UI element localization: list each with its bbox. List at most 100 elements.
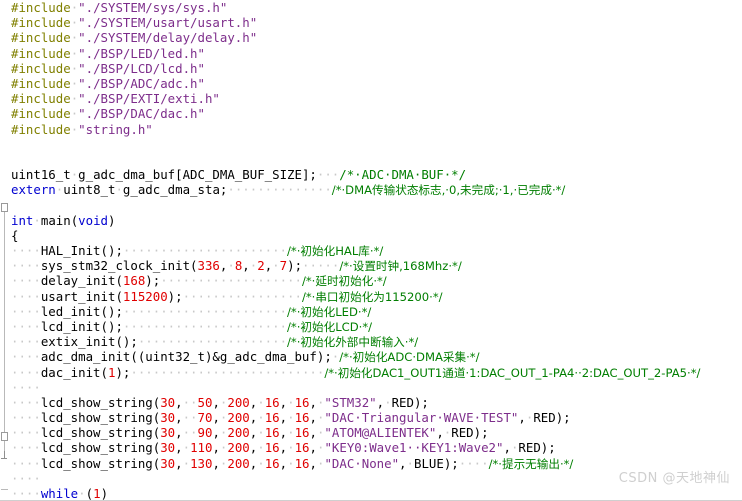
token-ws: ······················ bbox=[122, 318, 288, 334]
token-ws: ···· bbox=[11, 318, 41, 334]
token-ws: · bbox=[78, 486, 86, 501]
token-num: 7 bbox=[279, 258, 288, 274]
token-plain: uint8_t bbox=[63, 182, 116, 198]
code-line[interactable]: ····lcd_init();······················/*·… bbox=[11, 319, 742, 334]
token-plain: , bbox=[175, 425, 183, 441]
code-line[interactable]: #include·"./BSP/LCD/lcd.h" bbox=[11, 61, 742, 76]
token-ws: ······················ bbox=[122, 303, 288, 319]
token-ws: · bbox=[384, 394, 392, 410]
token-plain: g_adc_dma_buf[ADC_DMA_BUF_SIZE]; bbox=[78, 167, 317, 183]
token-plain: , bbox=[212, 394, 220, 410]
code-line[interactable]: #include·"./BSP/DAC/dac.h" bbox=[11, 106, 742, 121]
token-plain: { bbox=[11, 227, 19, 243]
code-line[interactable]: ····delay_init(168);···················/… bbox=[11, 273, 742, 288]
code-line[interactable]: uint16_t·g_adc_dma_buf[ADC_DMA_BUF_SIZE]… bbox=[11, 167, 742, 182]
token-pre: #include bbox=[11, 0, 71, 15]
code-line[interactable]: extern·uint8_t·g_adc_dma_sta;···········… bbox=[11, 182, 742, 197]
token-plain: lcd_show_string( bbox=[40, 410, 161, 426]
fold-open-marker-main[interactable] bbox=[1, 203, 8, 212]
code-line[interactable]: ····lcd_show_string(30,·110,·200,·16,·16… bbox=[11, 440, 742, 455]
token-plain: , bbox=[212, 455, 220, 471]
token-plain: RED); bbox=[533, 410, 571, 426]
code-line[interactable]: ····usart_init(115200);················/… bbox=[11, 289, 742, 304]
token-plain: extix_init(); bbox=[40, 334, 138, 350]
token-com: /*·串口初始化为115200·*/ bbox=[301, 289, 443, 304]
token-pre: #include bbox=[11, 121, 71, 137]
token-num: 16 bbox=[294, 455, 310, 471]
token-plain: , bbox=[175, 394, 183, 410]
token-plain: ); bbox=[167, 288, 183, 304]
code-text-area[interactable]: #include·"./SYSTEM/sys/sys.h" #include·".… bbox=[11, 0, 742, 501]
token-ws: · bbox=[287, 425, 295, 441]
code-line[interactable]: #include·"./BSP/EXTI/exti.h" bbox=[11, 91, 742, 106]
code-line[interactable] bbox=[11, 152, 742, 167]
code-line[interactable]: int·main(void) bbox=[11, 213, 742, 228]
token-ws: ················ bbox=[182, 288, 302, 304]
token-com: /*·初始化外部中断输入·*/ bbox=[287, 335, 419, 350]
code-line[interactable]: #include·"./SYSTEM/delay/delay.h" bbox=[11, 30, 742, 45]
token-kw: extern bbox=[11, 182, 56, 198]
token-ws: ···· bbox=[11, 410, 41, 426]
code-line[interactable]: #include·"string.h" bbox=[11, 122, 742, 137]
code-line[interactable]: ····lcd_show_string(30,··70,·200,·16,·16… bbox=[11, 410, 742, 425]
code-line[interactable]: ····extix_init();····················/*·… bbox=[11, 334, 742, 349]
token-num: 200 bbox=[227, 394, 250, 410]
code-line[interactable]: ····adc_dma_init((uint32_t)&g_adc_dma_bu… bbox=[11, 349, 742, 364]
token-plain: , bbox=[279, 455, 288, 471]
token-com: /*·延时初始化·*/ bbox=[301, 274, 387, 289]
code-line[interactable]: ····HAL_Init();······················/*·… bbox=[11, 243, 742, 258]
code-line[interactable]: #include·"./SYSTEM/sys/sys.h" bbox=[11, 0, 742, 15]
fold-gutter[interactable] bbox=[0, 0, 11, 500]
code-line[interactable]: ····lcd_show_string(30,··50,·200,·16,·16… bbox=[11, 395, 742, 410]
token-plain: BLUE); bbox=[413, 455, 459, 471]
token-ws: · bbox=[257, 425, 265, 441]
token-com: /*·初始化DAC1_OUT1通道·1:DAC_OUT_1-PA4··2:DAC… bbox=[324, 365, 701, 380]
token-kw: int bbox=[11, 212, 34, 228]
token-plain: , bbox=[279, 394, 288, 410]
code-line[interactable]: #include·"./BSP/LED/led.h" bbox=[11, 46, 742, 61]
code-line[interactable]: #include·"./BSP/ADC/adc.h" bbox=[11, 76, 742, 91]
token-plain: uint16_t bbox=[11, 167, 71, 183]
token-plain: usart_init( bbox=[40, 288, 123, 304]
code-line[interactable]: { bbox=[11, 228, 742, 243]
code-line[interactable]: ···· bbox=[11, 380, 742, 395]
fold-open-marker-while[interactable] bbox=[1, 432, 8, 441]
code-line[interactable]: ····while·(1) bbox=[11, 486, 742, 501]
token-ws: ···· bbox=[11, 303, 41, 319]
token-pre: #include bbox=[11, 30, 71, 46]
token-ws: ·· bbox=[182, 394, 198, 410]
token-ws: ······················ bbox=[122, 243, 288, 258]
token-num: 336 bbox=[197, 258, 220, 274]
token-ws: · bbox=[257, 455, 265, 471]
code-line[interactable] bbox=[11, 137, 742, 152]
token-ws: ···· bbox=[11, 243, 41, 258]
token-plain: , bbox=[212, 425, 220, 441]
token-ws: ···· bbox=[11, 425, 41, 441]
token-str: "./BSP/LCD/lcd.h" bbox=[78, 60, 205, 76]
token-str: "KEY0:Wave1··KEY1:Wave2" bbox=[324, 440, 504, 456]
token-plain: lcd_show_string( bbox=[40, 440, 161, 456]
token-plain: ) bbox=[108, 212, 116, 228]
token-plain: , bbox=[518, 410, 526, 426]
token-num: 30 bbox=[160, 455, 176, 471]
csdn-watermark: CSDN @天地神仙 bbox=[618, 471, 730, 486]
code-line[interactable]: ····sys_stm32_clock_init(336,·8,·2,·7);·… bbox=[11, 258, 742, 273]
token-num: 16 bbox=[264, 455, 280, 471]
token-com: /*·初始化LCD·*/ bbox=[287, 319, 373, 334]
token-plain: RED); bbox=[391, 394, 429, 410]
code-editor[interactable]: #include·"./SYSTEM/sys/sys.h" #include·".… bbox=[0, 0, 742, 501]
code-line[interactable]: ····led_init();······················/*·… bbox=[11, 304, 742, 319]
code-line[interactable]: ····lcd_show_string(30,··90,·200,·16,·16… bbox=[11, 425, 742, 440]
token-num: 130 bbox=[190, 455, 213, 471]
token-str: "./SYSTEM/delay/delay.h" bbox=[78, 30, 258, 46]
token-num: 30 bbox=[160, 425, 176, 441]
code-line[interactable] bbox=[11, 197, 742, 212]
token-num: 1 bbox=[93, 486, 101, 501]
token-ws: ···· bbox=[11, 379, 41, 395]
token-num: 115200 bbox=[122, 288, 168, 304]
code-line[interactable]: #include·"./SYSTEM/usart/usart.h" bbox=[11, 15, 742, 30]
token-num: 110 bbox=[190, 440, 213, 456]
token-ws: · bbox=[257, 440, 265, 456]
code-line[interactable]: ····dac_init(1);························… bbox=[11, 365, 742, 380]
fold-range-line-main bbox=[4, 212, 5, 458]
